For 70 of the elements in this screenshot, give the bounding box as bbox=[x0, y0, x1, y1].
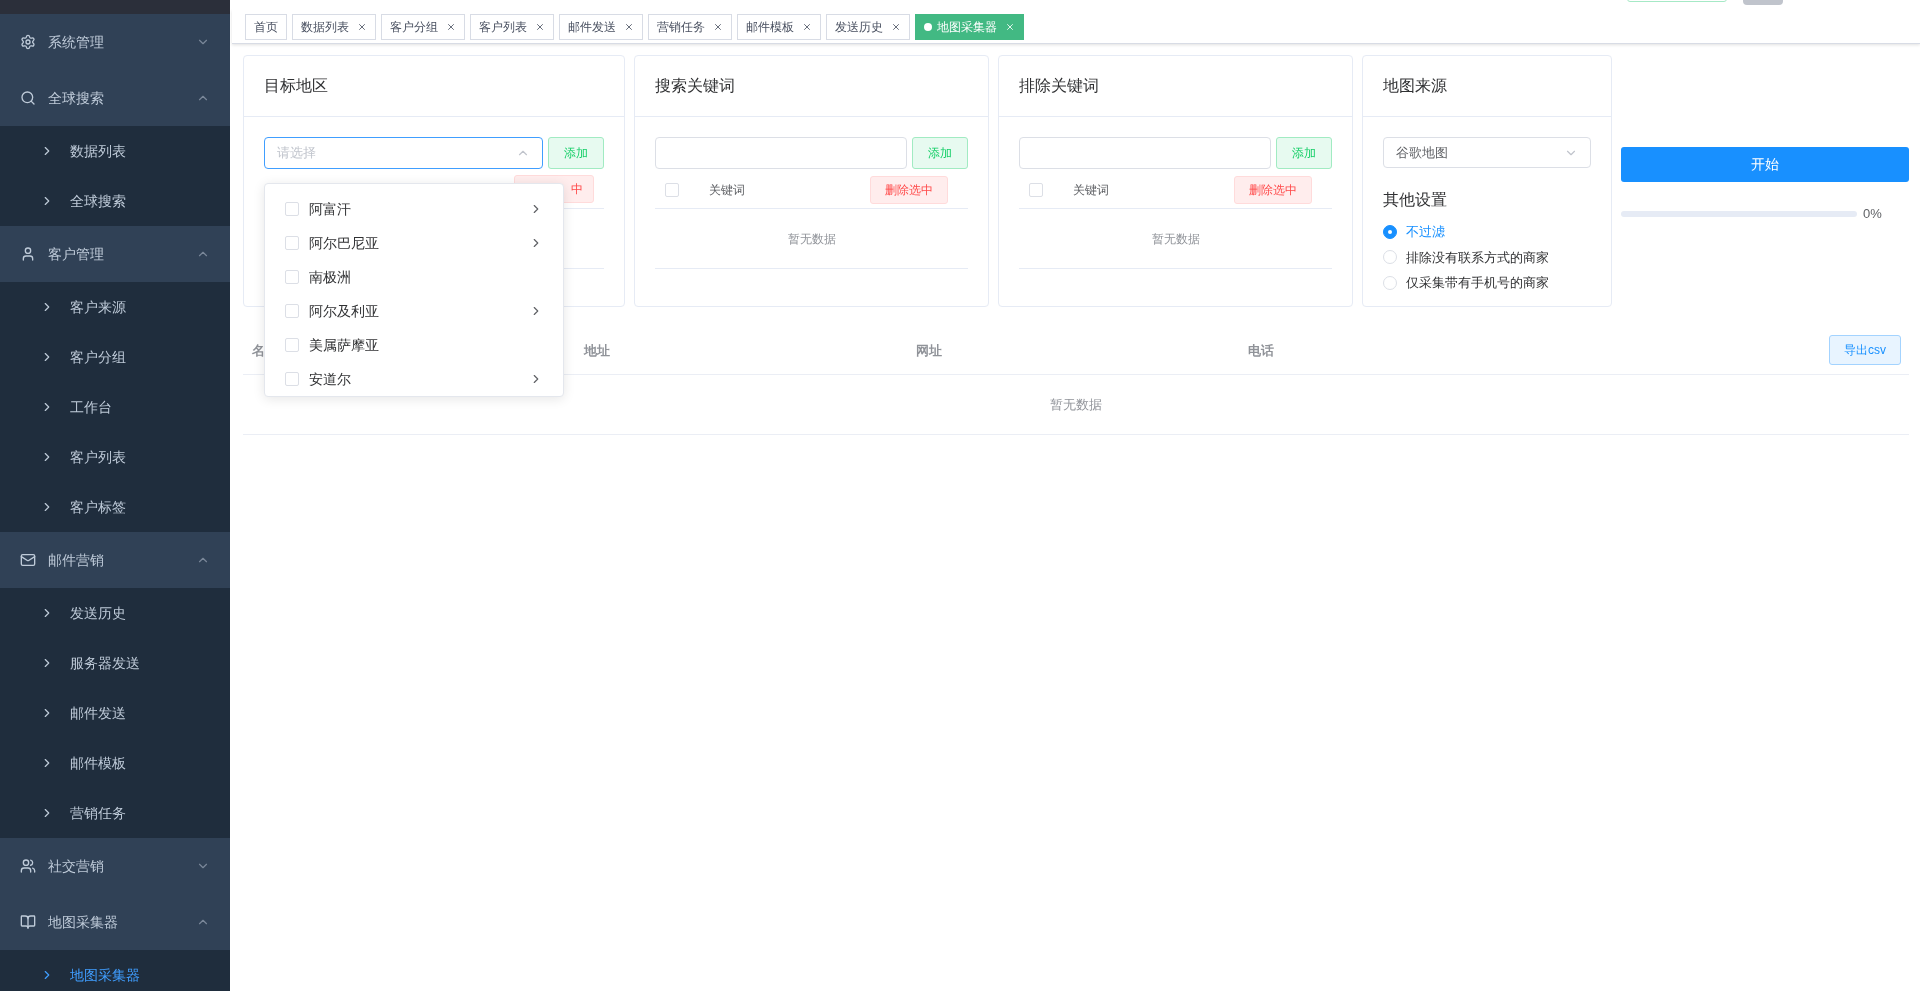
column-header: 关键词 bbox=[709, 181, 746, 199]
submenu-item[interactable]: 地图采集器 bbox=[0, 950, 230, 991]
checkbox[interactable] bbox=[665, 182, 679, 197]
tab[interactable]: 客户分组 bbox=[381, 13, 465, 40]
map-source-select[interactable]: 谷歌地图 bbox=[1383, 137, 1591, 168]
menu-icon bbox=[20, 858, 36, 874]
submenu-item[interactable]: 客户标签 bbox=[0, 482, 230, 532]
submenu-item[interactable]: 客户列表 bbox=[0, 432, 230, 482]
section-title: 其他设置 bbox=[1383, 190, 1448, 210]
column-header: 关键词 bbox=[1073, 181, 1110, 199]
tab[interactable]: 营销任务 bbox=[648, 13, 732, 40]
checkbox[interactable] bbox=[285, 338, 299, 352]
card-title: 地图来源 bbox=[1363, 56, 1611, 117]
close-icon[interactable] bbox=[891, 21, 901, 32]
close-icon[interactable] bbox=[713, 21, 723, 32]
dropdown-option[interactable]: 阿尔及利亚 bbox=[265, 294, 563, 328]
submenu-item[interactable]: 客户分组 bbox=[0, 332, 230, 382]
submenu-item[interactable]: 发送历史 bbox=[0, 588, 230, 638]
dropdown-option[interactable]: 阿尔巴尼亚 bbox=[265, 226, 563, 260]
close-icon[interactable] bbox=[535, 21, 545, 32]
keyword-field[interactable] bbox=[1019, 137, 1271, 169]
checkbox[interactable] bbox=[285, 372, 299, 386]
submenu-item[interactable]: 客户来源 bbox=[0, 282, 230, 332]
submenu-item[interactable]: 数据列表 bbox=[0, 126, 230, 176]
menu-icon bbox=[20, 914, 36, 930]
card-title: 搜索关键词 bbox=[635, 56, 988, 117]
tab[interactable]: 客户列表 bbox=[470, 13, 554, 40]
tab[interactable]: 邮件模板 bbox=[737, 13, 821, 40]
checkbox[interactable] bbox=[285, 202, 299, 216]
close-icon[interactable] bbox=[1005, 21, 1015, 32]
card-title: 目标地区 bbox=[244, 56, 624, 117]
keyword-field[interactable] bbox=[655, 137, 907, 169]
radio-option[interactable]: 仅采集带有手机号的商家 bbox=[1383, 273, 1591, 293]
tab[interactable]: 首页 bbox=[245, 13, 287, 40]
checkbox[interactable] bbox=[1029, 182, 1043, 197]
submenu-item[interactable]: 工作台 bbox=[0, 382, 230, 432]
submenu-item[interactable]: 邮件发送 bbox=[0, 688, 230, 738]
close-icon[interactable] bbox=[446, 21, 456, 32]
close-icon[interactable] bbox=[357, 21, 367, 32]
checkbox[interactable] bbox=[285, 304, 299, 318]
menu-icon bbox=[20, 246, 36, 262]
checkbox[interactable] bbox=[285, 270, 299, 284]
empty-text: 暂无数据 bbox=[1050, 395, 1102, 414]
progress-reading: 0% bbox=[1863, 205, 1882, 223]
submenu-item[interactable]: 全球搜索 bbox=[0, 176, 230, 226]
tab[interactable]: 数据列表 bbox=[292, 13, 376, 40]
dropdown-option[interactable]: 阿富汗 bbox=[265, 192, 563, 226]
menu-icon bbox=[20, 552, 36, 568]
close-icon[interactable] bbox=[624, 21, 634, 32]
radio[interactable] bbox=[1383, 224, 1397, 239]
close-icon[interactable] bbox=[802, 21, 812, 32]
column-header: 网址 bbox=[916, 342, 942, 358]
tab[interactable]: 发送历史 bbox=[826, 13, 910, 40]
column-header: 名 bbox=[252, 342, 265, 358]
column-header: 地址 bbox=[584, 342, 610, 358]
empty-text: 暂无数据 bbox=[1151, 230, 1200, 248]
menu-icon bbox=[20, 90, 36, 106]
menu-icon bbox=[20, 34, 36, 50]
tab[interactable]: 邮件发送 bbox=[559, 13, 643, 40]
submenu-item[interactable]: 服务器发送 bbox=[0, 638, 230, 688]
checkbox[interactable] bbox=[285, 236, 299, 250]
dropdown-option[interactable]: 安道尔 bbox=[265, 362, 563, 396]
submenu-item[interactable]: 邮件模板 bbox=[0, 738, 230, 788]
radio-option[interactable]: 排除没有联系方式的商家 bbox=[1383, 247, 1591, 267]
dropdown-option[interactable]: 美属萨摩亚 bbox=[265, 328, 563, 362]
dropdown-option[interactable]: 南极洲 bbox=[265, 260, 563, 294]
submenu-item[interactable]: 营销任务 bbox=[0, 788, 230, 838]
empty-text: 暂无数据 bbox=[787, 230, 836, 248]
card-title: 排除关键词 bbox=[999, 56, 1352, 117]
column-header: 电话 bbox=[1248, 342, 1274, 358]
